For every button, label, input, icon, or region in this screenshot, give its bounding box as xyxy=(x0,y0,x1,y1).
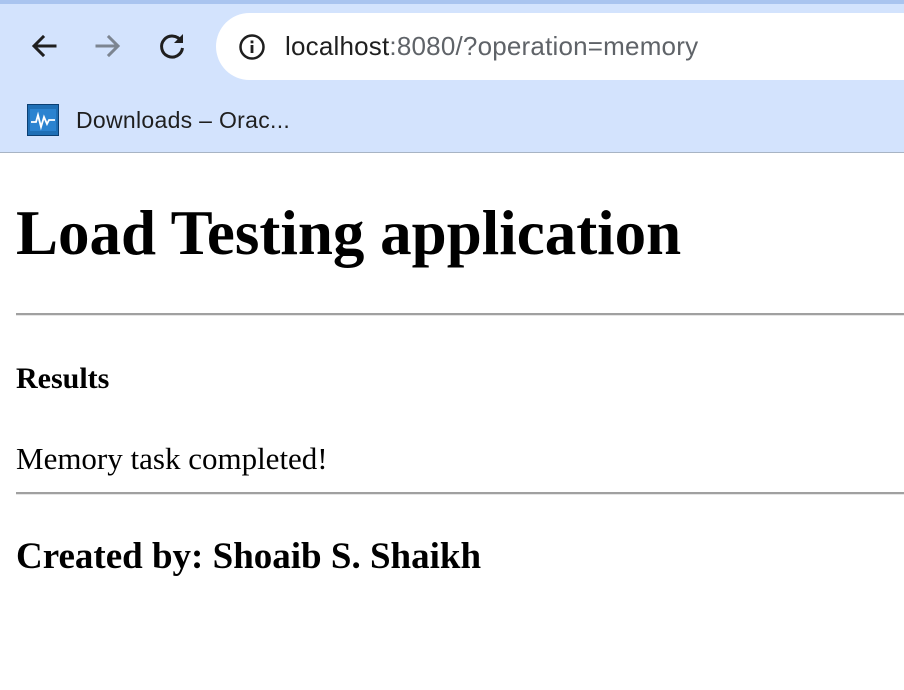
url-text[interactable]: localhost:8080/?operation=memory xyxy=(285,29,698,63)
divider xyxy=(16,313,904,316)
address-bar[interactable]: localhost:8080/?operation=memory xyxy=(216,13,904,80)
url-host: localhost xyxy=(285,31,390,61)
info-icon[interactable] xyxy=(238,33,266,61)
creator-credit: Created by: Shoaib S. Shaikh xyxy=(16,536,482,577)
results-heading: Results xyxy=(16,362,110,395)
url-path: :8080/?operation=memory xyxy=(389,31,699,61)
bookmarks-bar: Downloads – Orac... xyxy=(0,96,904,144)
arrow-right-icon xyxy=(95,34,121,58)
divider xyxy=(16,492,904,495)
reload-icon xyxy=(160,34,184,59)
bookmark-downloads-oracle[interactable]: Downloads – Orac... xyxy=(27,102,290,138)
forward-button[interactable] xyxy=(86,24,130,68)
reload-button[interactable] xyxy=(150,24,194,68)
result-message: Memory task completed! xyxy=(16,441,328,476)
back-button[interactable] xyxy=(22,24,66,68)
browser-chrome: localhost:8080/?operation=memory Downloa… xyxy=(0,0,904,153)
arrow-left-icon xyxy=(31,34,57,58)
window-top-strip xyxy=(0,0,904,4)
bookmark-label: Downloads – Orac... xyxy=(76,106,291,133)
oracle-favicon-icon xyxy=(27,104,59,136)
page-title: Load Testing application xyxy=(16,198,682,268)
